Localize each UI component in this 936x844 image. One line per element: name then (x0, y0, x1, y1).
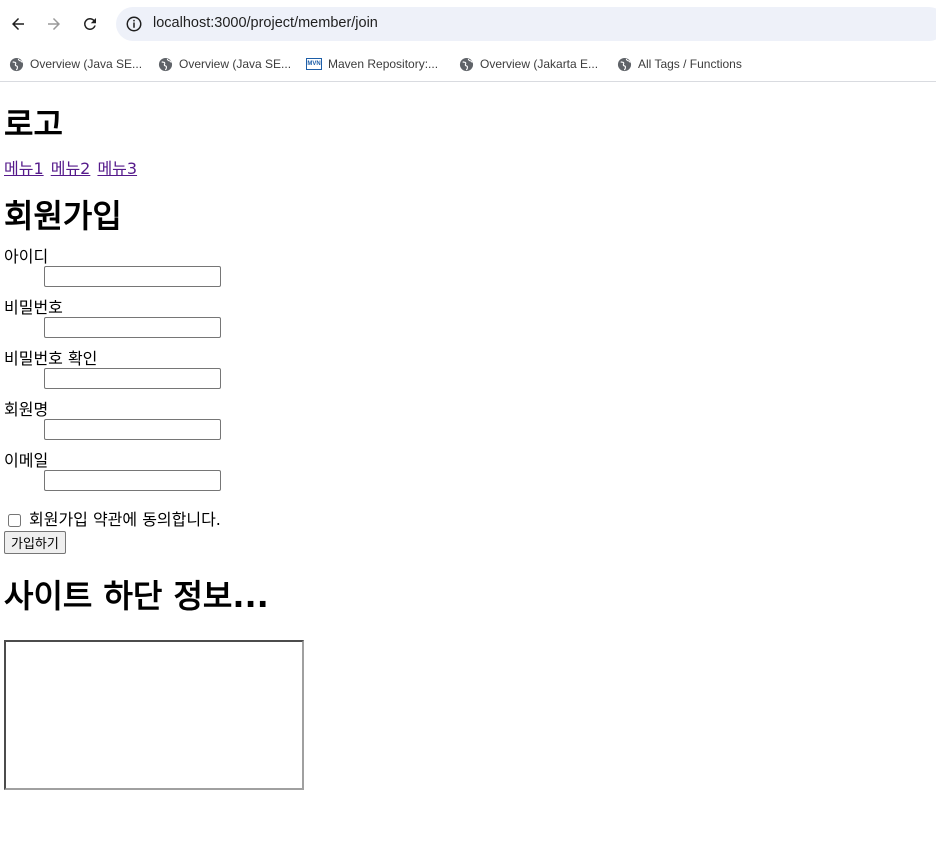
field-user-id: 아이디 (4, 248, 932, 287)
field-label: 비밀번호 확인 (4, 349, 98, 368)
menu-link-3[interactable]: 메뉴3 (97, 159, 137, 178)
field-label: 회원명 (4, 400, 49, 419)
bookmark-item[interactable]: Overview (Jakarta E... (458, 53, 598, 75)
globe-icon (616, 56, 632, 72)
bookmark-item[interactable]: MVN Maven Repository:... (306, 53, 438, 75)
maven-badge: MVN (306, 58, 322, 70)
globe-icon (8, 56, 24, 72)
arrow-right-icon (48, 18, 60, 30)
globe-icon (157, 56, 173, 72)
bookmark-label: Overview (Jakarta E... (480, 57, 599, 71)
address-bar[interactable]: localhost:3000/project/member/join (116, 7, 936, 41)
menu-link-2[interactable]: 메뉴2 (51, 159, 91, 178)
site-logo: 로고 (4, 105, 63, 143)
field-label: 이메일 (4, 451, 49, 470)
password-input[interactable] (44, 317, 221, 338)
email-input[interactable] (44, 470, 221, 491)
maven-icon: MVN (306, 56, 322, 72)
reload-icon (84, 17, 96, 30)
arrow-left-icon (12, 18, 24, 30)
bookmark-label: All Tags / Functions (638, 57, 742, 71)
agree-terms[interactable]: 회원가입 약관에 동의합니다. (4, 511, 932, 529)
password-confirm-input[interactable] (44, 368, 221, 389)
reload-button[interactable] (78, 12, 102, 36)
field-email: 이메일 (4, 452, 932, 491)
back-button[interactable] (6, 12, 30, 36)
agree-checkbox[interactable] (8, 513, 21, 527)
user-id-input[interactable] (44, 266, 221, 287)
field-password-confirm: 비밀번호 확인 (4, 350, 932, 389)
field-member-name: 회원명 (4, 401, 932, 440)
bookmark-label: Overview (Java SE... (179, 57, 292, 71)
member-name-input[interactable] (44, 419, 221, 440)
bookmark-label: Overview (Java SE... (30, 57, 143, 71)
globe-icon (458, 56, 474, 72)
bookmark-item[interactable]: All Tags / Functions (616, 53, 742, 75)
join-button[interactable]: 가입하기 (4, 531, 66, 554)
url-text: localhost:3000/project/member/join (153, 15, 378, 31)
menu-link-1[interactable]: 메뉴1 (4, 159, 44, 178)
forward-button[interactable] (42, 12, 66, 36)
field-label: 아이디 (4, 247, 49, 266)
join-form: 아이디 비밀번호 비밀번호 확인 회원명 이메일 회원가입 약관에 동의합니다.… (4, 248, 932, 554)
page-title: 회원가입 (4, 197, 122, 235)
bookmark-label: Maven Repository:... (328, 57, 439, 71)
browser-toolbar: localhost:3000/project/member/join (0, 0, 936, 47)
main-menu: 메뉴1 메뉴2 메뉴3 (4, 158, 932, 180)
bookmarks-bar: Overview (Java SE... Overview (Java SE..… (0, 47, 936, 82)
page-content: 로고 메뉴1 메뉴2 메뉴3 회원가입 아이디 비밀번호 비밀번호 확인 회원명… (0, 82, 936, 844)
field-password: 비밀번호 (4, 299, 932, 338)
agree-label: 회원가입 약관에 동의합니다. (29, 510, 221, 529)
bookmark-item[interactable]: Overview (Java SE... (8, 53, 142, 75)
footer-title: 사이트 하단 정보... (4, 577, 269, 615)
bookmark-item[interactable]: Overview (Java SE... (157, 53, 291, 75)
info-icon[interactable] (125, 15, 143, 33)
footer-frame (4, 640, 304, 790)
field-label: 비밀번호 (4, 298, 63, 317)
